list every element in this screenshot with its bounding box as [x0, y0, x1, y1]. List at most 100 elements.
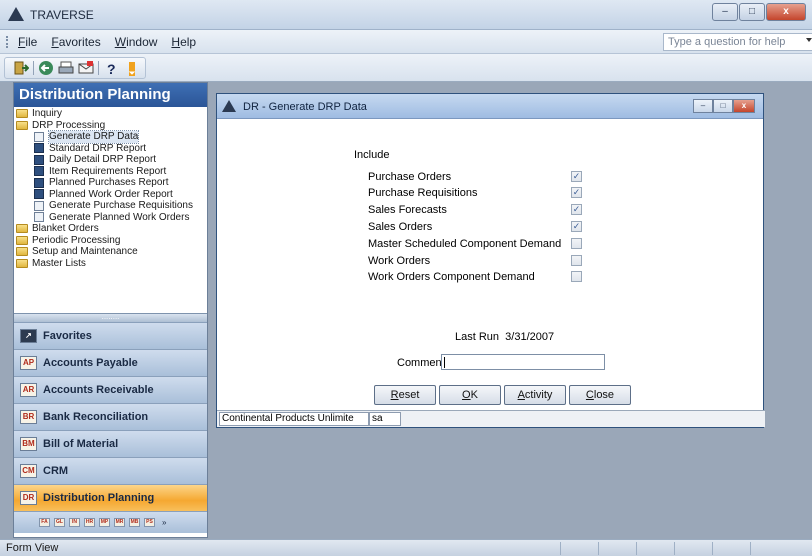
help-icon[interactable]: ?	[103, 60, 119, 76]
status-text: Form View	[6, 542, 59, 554]
work-orders-checkbox[interactable]	[571, 255, 582, 266]
mini-module-mp-icon[interactable]: MP	[99, 518, 110, 527]
mini-module-gl-icon[interactable]: GL	[54, 518, 65, 527]
purchase-orders-checkbox[interactable]: ✓	[571, 171, 582, 182]
chevron-down-icon[interactable]	[806, 38, 812, 42]
menu-favorites[interactable]: Favorites	[51, 35, 100, 49]
toolbar: ?	[0, 54, 812, 82]
work-orders-component-demand-checkbox[interactable]	[571, 271, 582, 282]
tree-item-planned-work-order-report[interactable]: Planned Work Order Report	[16, 189, 207, 201]
menu-file[interactable]: File	[18, 35, 37, 49]
close-form-button[interactable]: Close	[569, 385, 631, 405]
mini-module-fa-icon[interactable]: FA	[39, 518, 50, 527]
master-scheduled-component-demand-checkbox[interactable]	[571, 238, 582, 249]
option-sales-orders: Sales Orders ✓	[368, 221, 582, 233]
tree-item-item-requirements-report[interactable]: Item Requirements Report	[16, 166, 207, 178]
option-purchase-requisitions: Purchase Requisitions ✓	[368, 187, 582, 199]
tree-item-planned-purchases-report[interactable]: Planned Purchases Report	[16, 177, 207, 189]
status-panel	[712, 542, 750, 555]
envelope-icon[interactable]	[78, 60, 94, 76]
folder-icon	[16, 258, 28, 268]
comments-input[interactable]	[441, 354, 605, 370]
module-accounts-payable[interactable]: AP Accounts Payable	[14, 349, 207, 376]
ok-button[interactable]: OK	[439, 385, 501, 405]
menu-items: File Favorites Window Help	[18, 35, 196, 49]
form-icon	[34, 200, 44, 211]
folder-icon	[16, 235, 28, 245]
module-bill-of-material[interactable]: BM Bill of Material	[14, 430, 207, 457]
toolbar-overflow-icon[interactable]	[123, 60, 139, 76]
br-badge-icon: BR	[20, 410, 37, 424]
report-icon	[34, 189, 44, 200]
module-crm[interactable]: CM CRM	[14, 457, 207, 484]
form-button-row: Reset OK Activity Close	[374, 385, 631, 405]
folder-icon	[16, 247, 28, 257]
mini-module-in-icon[interactable]: IN	[69, 518, 80, 527]
module-accounts-receivable[interactable]: AR Accounts Receivable	[14, 376, 207, 403]
window-controls: – □ x	[712, 3, 806, 21]
back-icon[interactable]	[38, 60, 54, 76]
title-bar: TRAVERSE – □ x	[0, 0, 812, 30]
module-favorites[interactable]: ↗ Favorites	[14, 322, 207, 349]
menu-help[interactable]: Help	[171, 35, 196, 49]
form-icon	[34, 212, 44, 223]
form-window-controls: – □ x	[693, 99, 755, 113]
tree-item-standard-drp-report[interactable]: Standard DRP Report	[16, 143, 207, 155]
reset-button[interactable]: Reset	[374, 385, 436, 405]
tree-item-generate-purchase-requisitions[interactable]: Generate Purchase Requisitions	[16, 200, 207, 212]
option-sales-forecasts: Sales Forecasts ✓	[368, 204, 582, 216]
tree-item-generate-planned-work-orders[interactable]: Generate Planned Work Orders	[16, 212, 207, 224]
folder-icon	[16, 224, 28, 234]
tree-item-inquiry[interactable]: Inquiry	[16, 108, 207, 120]
report-icon	[34, 154, 44, 165]
tree-item-setup-and-maintenance[interactable]: Setup and Maintenance	[16, 246, 207, 258]
module-bank-reconciliation[interactable]: BR Bank Reconciliation	[14, 403, 207, 430]
form-title-bar: DR - Generate DRP Data – □ x	[217, 94, 763, 119]
form-minimize-button[interactable]: –	[693, 99, 713, 113]
favorites-arrow-icon: ↗	[20, 329, 37, 343]
user-status: sa	[369, 412, 401, 426]
sales-forecasts-checkbox[interactable]: ✓	[571, 204, 582, 215]
menu-bar: File Favorites Window Help Type a questi…	[0, 30, 812, 54]
form-close-button[interactable]: x	[733, 99, 755, 113]
report-icon	[34, 177, 44, 188]
maximize-button[interactable]: □	[739, 3, 765, 21]
bm-badge-icon: BM	[20, 437, 37, 451]
exit-icon[interactable]	[13, 60, 29, 76]
help-search-input[interactable]: Type a question for help	[663, 33, 812, 51]
status-panel	[674, 542, 712, 555]
mini-module-mr-icon[interactable]: MR	[114, 518, 125, 527]
sales-orders-checkbox[interactable]: ✓	[571, 221, 582, 232]
tree-item-master-lists[interactable]: Master Lists	[16, 258, 207, 270]
mini-module-ps-icon[interactable]: PS	[144, 518, 155, 527]
option-work-orders: Work Orders	[368, 255, 598, 271]
tree-item-daily-detail-drp-report[interactable]: Daily Detail DRP Report	[16, 154, 207, 166]
toolbar-strip: ?	[4, 57, 146, 79]
status-panel	[598, 542, 636, 555]
tree-item-blanket-orders[interactable]: Blanket Orders	[16, 223, 207, 235]
company-status: Continental Products Unlimite	[219, 412, 369, 426]
nav-tree: Inquiry DRP Processing Generate DRP Data…	[14, 107, 207, 313]
generate-drp-form-window: DR - Generate DRP Data – □ x Include Pur…	[216, 93, 765, 428]
print-icon[interactable]	[58, 60, 74, 76]
more-modules-chevron-icon[interactable]: »	[162, 519, 166, 527]
close-button[interactable]: x	[766, 3, 806, 21]
activity-button[interactable]: Activity	[504, 385, 566, 405]
status-panel	[636, 542, 674, 555]
menu-window[interactable]: Window	[115, 35, 158, 49]
nav-splitter[interactable]: ........	[14, 313, 207, 322]
status-bar: Form View	[0, 539, 812, 556]
module-distribution-planning[interactable]: DR Distribution Planning	[14, 484, 207, 511]
option-work-orders-component-demand: Work Orders Component Demand	[368, 271, 598, 287]
minimize-button[interactable]: –	[712, 3, 738, 21]
form-maximize-button[interactable]: □	[713, 99, 733, 113]
status-panel	[750, 542, 788, 555]
form-status-bar: Continental Products Unlimite sa	[217, 410, 765, 427]
report-icon	[34, 143, 44, 154]
purchase-requisitions-checkbox[interactable]: ✓	[571, 187, 582, 198]
mini-module-hr-icon[interactable]: HR	[84, 518, 95, 527]
tree-item-periodic-processing[interactable]: Periodic Processing	[16, 235, 207, 247]
tree-item-generate-drp-data[interactable]: Generate DRP Data	[16, 130, 207, 144]
tree-item-drp-processing[interactable]: DRP Processing	[16, 120, 207, 132]
mini-module-mb-icon[interactable]: MB	[129, 518, 140, 527]
